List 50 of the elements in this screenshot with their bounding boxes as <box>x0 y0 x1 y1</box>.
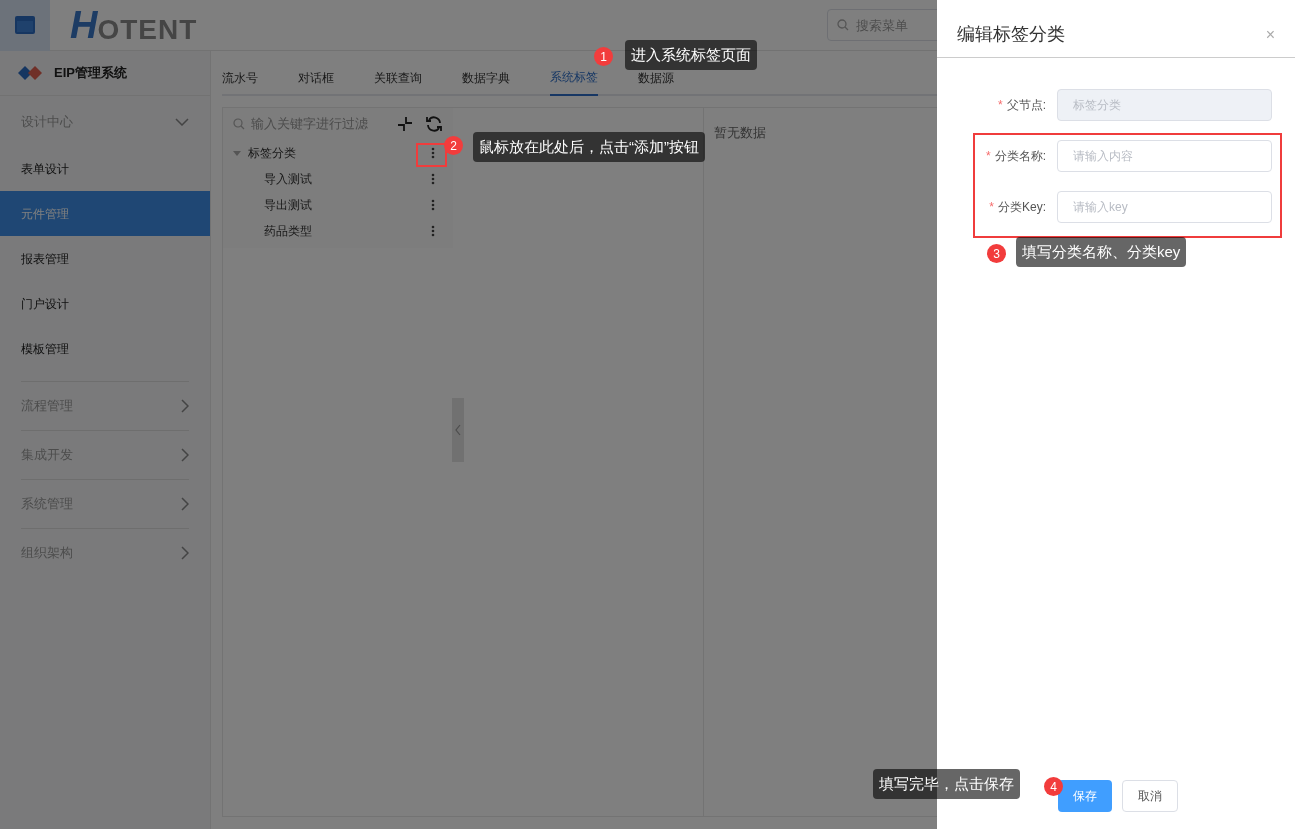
tooltip: 填写完毕，点击保存 <box>873 769 1020 799</box>
chevron-right-icon <box>181 497 189 511</box>
chevron-right-icon <box>181 448 189 462</box>
more-icon[interactable] <box>431 173 435 185</box>
tab[interactable]: 数据字典 <box>462 60 510 96</box>
more-icon[interactable] <box>431 225 435 237</box>
menu-toggle-button[interactable] <box>0 0 50 51</box>
empty-text: 暂无数据 <box>714 125 766 140</box>
tooltip: 鼠标放在此处后，点击“添加”按钮 <box>473 132 705 162</box>
field-label: 分类Key: <box>998 199 1046 216</box>
app-title: EIP管理系统 <box>54 64 127 83</box>
tree-node[interactable]: 药品类型 <box>264 222 312 240</box>
window-icon <box>15 16 35 34</box>
field-label: 分类名称: <box>994 148 1046 165</box>
tab[interactable]: 对话框 <box>298 60 334 96</box>
tree-node[interactable]: 标签分类 <box>248 144 296 162</box>
tooltip: 进入系统标签页面 <box>625 40 757 70</box>
tab[interactable]: 关联查询 <box>374 60 422 96</box>
close-button[interactable]: × <box>1265 26 1275 43</box>
required-mark: * <box>986 148 991 165</box>
chevron-down-icon <box>175 118 189 126</box>
save-button[interactable]: 保存 <box>1058 780 1112 812</box>
search-icon <box>837 19 849 31</box>
menu-item[interactable]: 报表管理 <box>0 236 210 281</box>
search-icon <box>233 118 245 130</box>
step-badge: 1 <box>594 47 613 66</box>
menu-item[interactable]: 元件管理 <box>0 191 210 236</box>
chevron-right-icon <box>181 546 189 560</box>
more-icon[interactable] <box>431 147 435 159</box>
tab[interactable]: 流水号 <box>222 60 258 96</box>
menu-item[interactable]: 模板管理 <box>0 326 210 371</box>
logo-icon <box>18 66 42 80</box>
tooltip: 填写分类名称、分类key <box>1016 237 1187 267</box>
collapse-handle[interactable] <box>452 398 464 462</box>
collapse-icon[interactable] <box>397 116 413 132</box>
cancel-button[interactable]: 取消 <box>1122 780 1178 812</box>
tree-node[interactable]: 导入测试 <box>264 170 312 188</box>
chevron-right-icon <box>181 399 189 413</box>
more-icon[interactable] <box>431 199 435 211</box>
menu-item[interactable]: 门户设计 <box>0 281 210 326</box>
field-label: 父节点: <box>1006 97 1046 114</box>
required-mark: * <box>998 97 1003 114</box>
required-mark: * <box>989 199 994 216</box>
tree-node[interactable]: 导出测试 <box>264 196 312 214</box>
refresh-icon[interactable] <box>425 115 443 133</box>
menu-item[interactable]: 表单设计 <box>0 146 210 191</box>
logo: HOTENT <box>70 6 198 44</box>
input-field[interactable]: 请输入key <box>1057 191 1272 223</box>
input-field[interactable]: 请输入内容 <box>1057 140 1272 172</box>
chevron-left-icon <box>455 424 461 436</box>
